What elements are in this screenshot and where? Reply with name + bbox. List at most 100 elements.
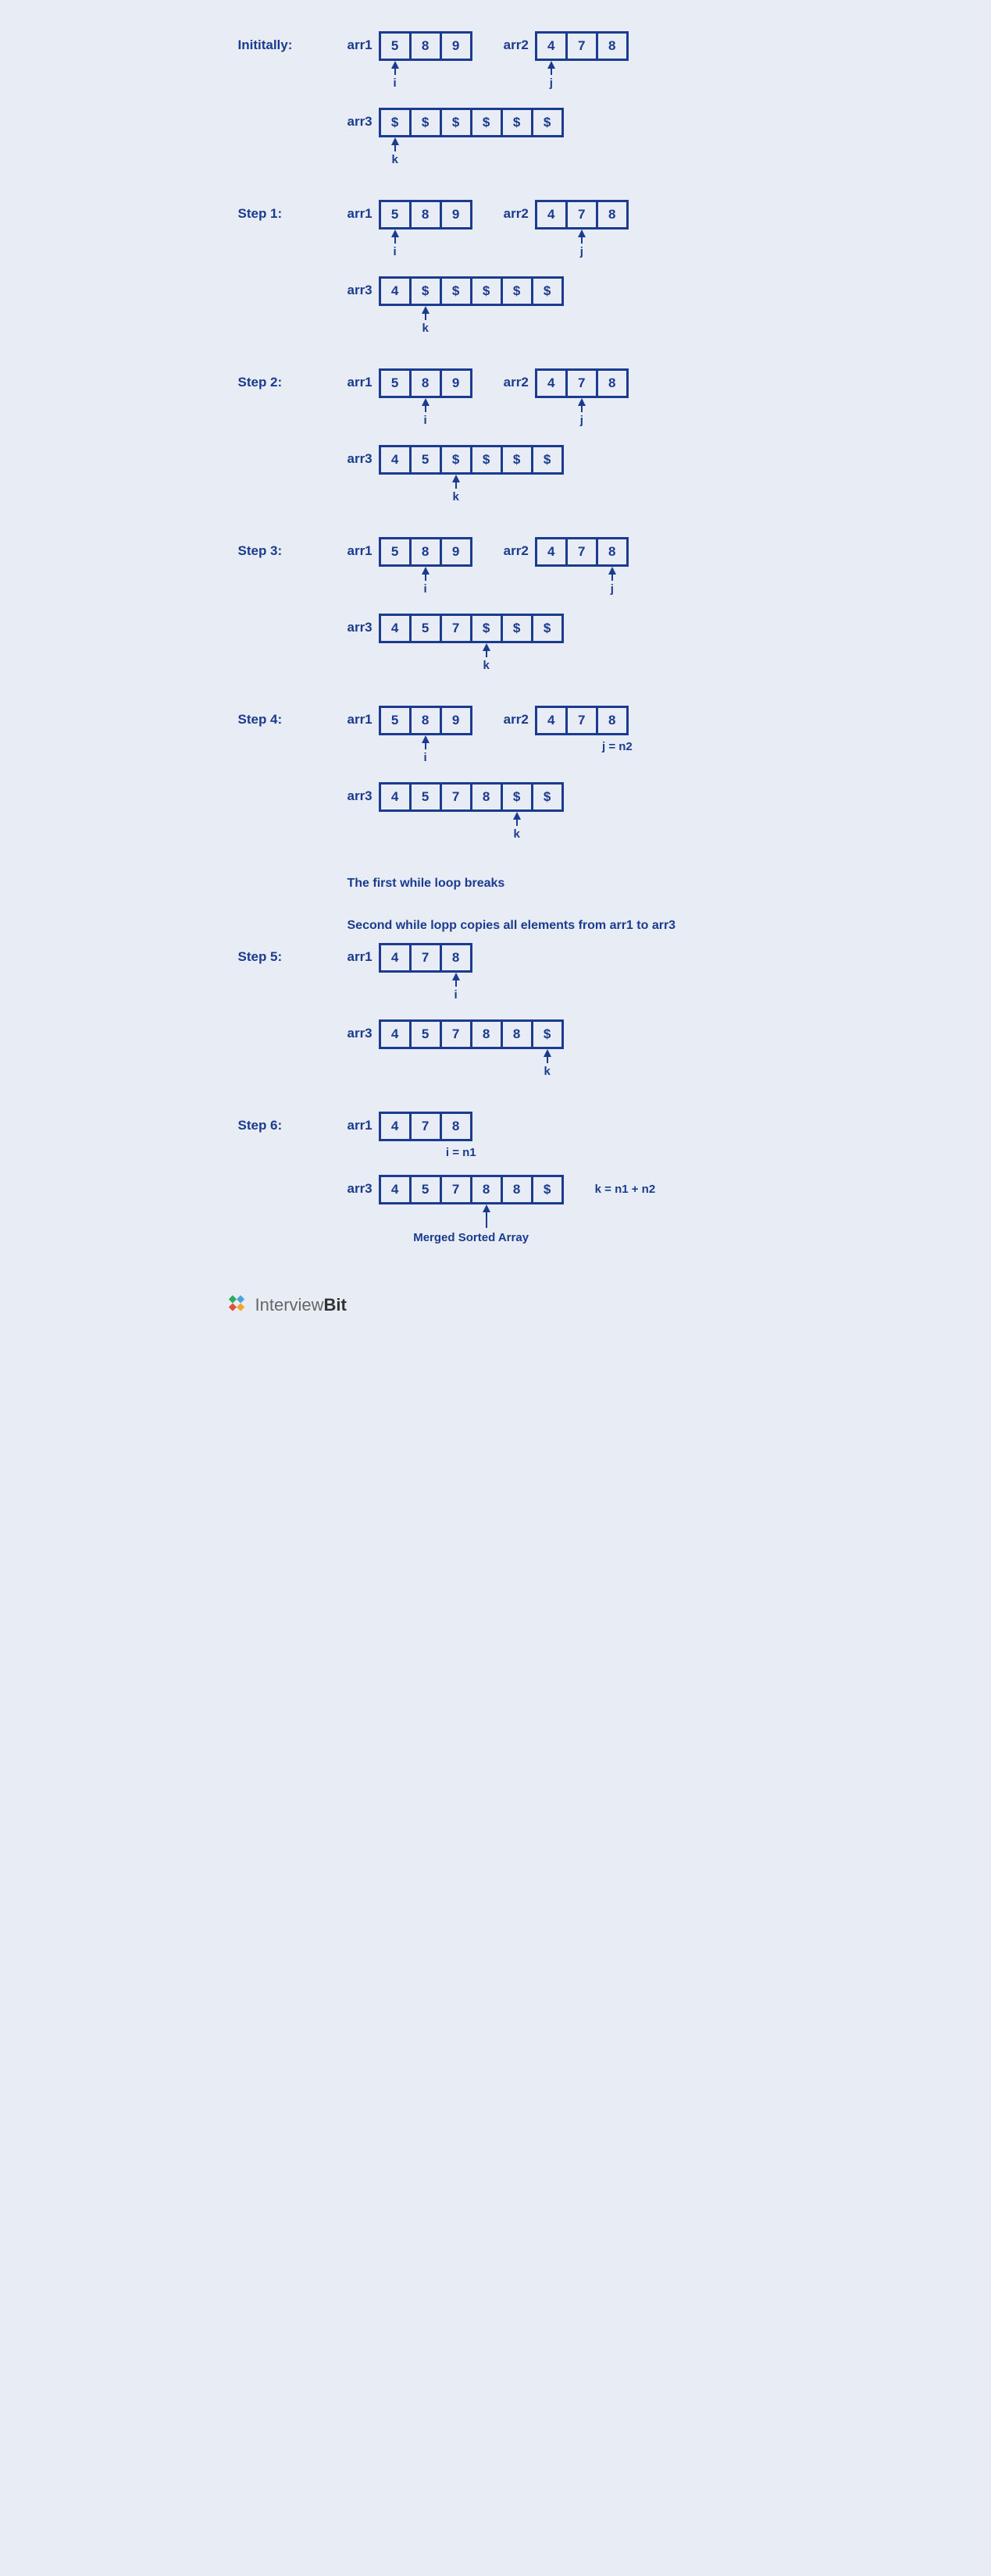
arr1-cell: 5 <box>379 368 412 398</box>
arr3-cell: 7 <box>440 782 472 812</box>
arr3-pointer-row: k <box>379 812 564 843</box>
arr3-block: arr34$$$$$k <box>348 276 564 337</box>
arr3-cell: 7 <box>440 1175 472 1204</box>
arr3-cells: $$$$$$ <box>379 108 564 137</box>
arr3-cell: $ <box>440 108 472 137</box>
arr1-note: i = n1 <box>385 1146 476 1159</box>
step-title: Step 4: <box>238 706 348 728</box>
arr2-block: arr2 478j <box>504 537 629 598</box>
arr2-label: arr2 <box>504 537 529 559</box>
arr2-pointer-row: j <box>535 567 629 598</box>
pointer-label: i <box>455 988 458 1002</box>
arr3-cell: 4 <box>379 276 412 306</box>
arr3-cell: 5 <box>409 782 442 812</box>
arr2-block: arr2 478 j <box>504 31 629 92</box>
arr1-block: arr1589i <box>348 368 472 429</box>
arr1-block: arr1589i <box>348 31 472 92</box>
arrow-up-icon <box>483 643 490 651</box>
arr3-cell: 7 <box>440 614 472 643</box>
arr3-cell: 8 <box>470 1019 503 1049</box>
arr1-cell: 9 <box>440 200 472 229</box>
step-3: Step 3:arr1589iarr2478jarr3457$$$k <box>238 537 754 674</box>
logo-icon <box>223 1291 251 1319</box>
arr1-cell: 8 <box>440 943 472 973</box>
arrow-up-icon <box>391 137 399 145</box>
arr3-cell: 8 <box>470 782 503 812</box>
step-title: Step 5: <box>238 943 348 965</box>
arr3-cell: 5 <box>409 1175 442 1204</box>
pointer-label: k <box>452 490 458 503</box>
arr3-cells: 45788$ <box>379 1175 564 1204</box>
arr2-cell: 7 <box>565 706 598 735</box>
arr3-cell: 4 <box>379 614 412 643</box>
message-1: The first while loop breaks <box>348 874 707 893</box>
arr3-block: arr3$$$$$$k <box>348 108 564 169</box>
arr1-label: arr1 <box>348 943 373 965</box>
arr3-cell: 5 <box>409 614 442 643</box>
arr3-cell: 4 <box>379 445 412 475</box>
arr3-cell: 8 <box>470 1175 503 1204</box>
step-4: Step 4:arr1589iarr2478j = n2arr34578$$k <box>238 706 754 843</box>
arr1-cell: 7 <box>409 943 442 973</box>
arr3-cell: $ <box>470 445 503 475</box>
pointer-label: k <box>544 1065 550 1078</box>
pointer-label: j <box>550 76 553 90</box>
arr1-block: arr1589i <box>348 537 472 598</box>
arr2-cells: 478 <box>535 31 629 61</box>
side-note: k = n1 + n2 <box>595 1183 656 1196</box>
arr2-cell: 8 <box>596 200 629 229</box>
arr3-cell: $ <box>501 108 533 137</box>
arr1-cells: 478 <box>379 943 472 973</box>
arr3-cell: $ <box>409 108 442 137</box>
arr3-label: arr3 <box>348 445 373 467</box>
arr2-pointer-row: j <box>535 229 629 261</box>
arrow-up-icon <box>391 229 399 237</box>
arr1-pointer-row: i <box>379 567 472 598</box>
arr1-cells: 589 <box>379 31 472 61</box>
arr3-cell: $ <box>531 108 564 137</box>
pointer-label: i <box>424 582 427 596</box>
arr2-pointer-row: j <box>535 61 629 92</box>
pointer-label: k <box>483 659 489 672</box>
arr2-cell: 8 <box>596 706 629 735</box>
arr2-label: arr2 <box>504 368 529 390</box>
arr3-cells: 4578$$ <box>379 782 564 812</box>
arr1-block: arr1589i <box>348 706 472 767</box>
arr1-block: arr1589i <box>348 200 472 261</box>
arrow-up-icon <box>578 229 586 237</box>
arrow-up-icon <box>452 475 460 482</box>
arr2-cell: 8 <box>596 368 629 398</box>
arr3-cell: $ <box>501 614 533 643</box>
arrow-up-icon <box>578 398 586 406</box>
arr3-cell: 5 <box>409 445 442 475</box>
arr1-cell: 9 <box>440 368 472 398</box>
arr2-cells: 478 <box>535 537 629 567</box>
arr3-cell: $ <box>501 445 533 475</box>
step-title: Inititally: <box>238 31 348 53</box>
arr1-block: arr1478i = n1 <box>348 1112 476 1159</box>
pointer-label: i <box>394 245 397 258</box>
arr3-label: arr3 <box>348 1175 373 1197</box>
arr2-cell: 7 <box>565 31 598 61</box>
arr1-cells: 589 <box>379 368 472 398</box>
arr3-cells: 4$$$$$ <box>379 276 564 306</box>
arr3-cell: $ <box>409 276 442 306</box>
arr3-cell: 4 <box>379 782 412 812</box>
arr1-cell: 8 <box>409 200 442 229</box>
arr2-block: arr2478j <box>504 368 629 429</box>
arr1-cell: 8 <box>409 31 442 61</box>
arrow-up-icon <box>544 1049 551 1057</box>
arr3-cell: $ <box>379 108 412 137</box>
arr3-block: arr345788$k <box>348 1019 564 1080</box>
arrow-up-icon <box>422 306 430 314</box>
arrow-up-icon <box>391 61 399 69</box>
step-1: Step 1:arr1589iarr2478jarr34$$$$$k <box>238 200 754 337</box>
arr2-label: arr2 <box>504 31 529 53</box>
arr2-cell: 4 <box>535 537 568 567</box>
arr1-cell: 9 <box>440 537 472 567</box>
arr3-final-block: arr345788$Merged Sorted Array <box>348 1175 564 1244</box>
arr3-cell: $ <box>501 276 533 306</box>
arr2-label: arr2 <box>504 200 529 222</box>
arr1-cell: 9 <box>440 706 472 735</box>
logo: InterviewBit <box>223 1291 754 1319</box>
